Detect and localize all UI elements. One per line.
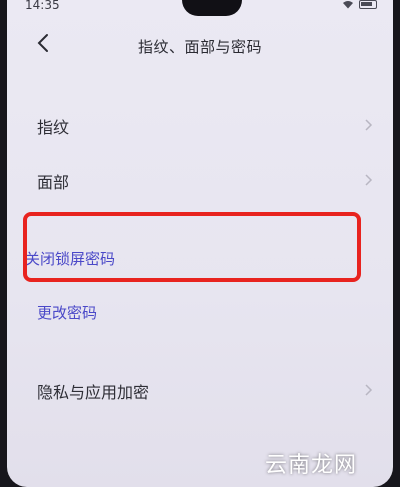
phone-frame: 14:35 指纹、面部与密码 指纹 面部 关闭锁屏密码 更改密码 隐私与应用加密… — [0, 0, 400, 487]
list-item-label: 更改密码 — [37, 304, 98, 322]
header: 指纹、面部与密码 — [7, 26, 393, 66]
status-time: 14:35 — [25, 0, 60, 12]
status-icons — [342, 0, 377, 9]
highlight-box — [23, 212, 361, 282]
list-item-label: 面部 — [37, 173, 70, 192]
chevron-right-icon — [365, 384, 373, 396]
chevron-right-icon — [365, 119, 373, 131]
page-title: 指纹、面部与密码 — [137, 38, 262, 56]
chevron-right-icon — [365, 174, 373, 186]
list-item-label: 隐私与应用加密 — [37, 383, 150, 402]
camera-notch — [182, 0, 242, 16]
list-item-privacy-app-encryption[interactable]: 隐私与应用加密 — [7, 369, 393, 409]
wifi-icon — [343, 1, 353, 9]
list-item-fingerprint[interactable]: 指纹 — [7, 104, 393, 144]
list-item-label: 指纹 — [37, 118, 70, 137]
list-item-change-password[interactable]: 更改密码 — [7, 292, 393, 332]
battery-icon — [359, 0, 377, 9]
watermark: 云南龙网 — [265, 453, 358, 478]
list-item-face[interactable]: 面部 — [7, 159, 393, 199]
screen: 14:35 指纹、面部与密码 指纹 面部 关闭锁屏密码 更改密码 隐私与应用加密 — [7, 0, 393, 487]
